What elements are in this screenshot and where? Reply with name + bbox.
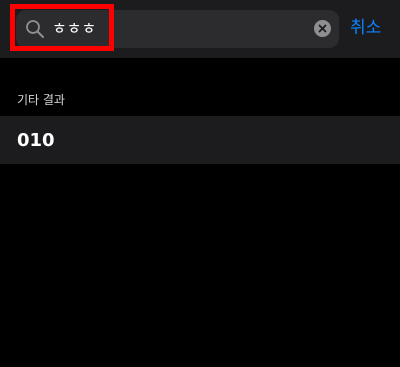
search-icon xyxy=(25,19,45,39)
result-label: 010 xyxy=(17,130,55,151)
cancel-button[interactable]: 취소 xyxy=(350,17,381,39)
search-bar: ㅎㅎㅎ 취소 xyxy=(0,0,400,58)
clear-search-button[interactable] xyxy=(314,20,331,37)
search-field[interactable]: ㅎㅎㅎ xyxy=(16,10,339,48)
section-header-other-results: 기타 결과 xyxy=(17,93,65,107)
screen: ㅎㅎㅎ 취소 기타 결과 010 xyxy=(0,0,400,367)
result-row[interactable]: 010 xyxy=(0,116,400,164)
clear-circle-icon xyxy=(318,24,327,33)
search-input[interactable]: ㅎㅎㅎ xyxy=(52,19,96,39)
